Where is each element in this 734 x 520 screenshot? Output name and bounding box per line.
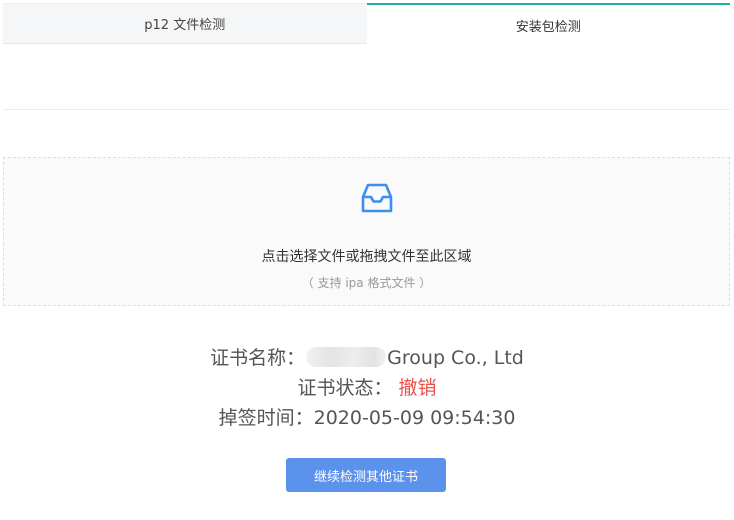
revoke-time-label: 掉签时间： — [218, 407, 314, 429]
revoke-time-row: 掉签时间：2020-05-09 09:54:30 — [0, 403, 734, 430]
certificate-name-label: 证书名称： — [210, 347, 306, 369]
app-frame: p12 文件检测 安装包检测 点击选择文件或拖拽文件至此区域 （ 支持 ipa … — [0, 0, 734, 520]
certificate-name-value: Group Co., Ltd — [387, 347, 524, 369]
upload-dropzone[interactable]: 点击选择文件或拖拽文件至此区域 （ 支持 ipa 格式文件 ） — [3, 157, 730, 306]
tab-bar: p12 文件检测 安装包检测 — [3, 3, 730, 44]
upload-format-hint: （ 支持 ipa 格式文件 ） — [301, 276, 432, 290]
certificate-status-row: 证书状态： 撤销 — [0, 373, 734, 400]
inbox-icon — [361, 183, 393, 213]
redacted-name — [306, 347, 387, 367]
certificate-status-label: 证书状态： — [297, 377, 393, 399]
certificate-name-row: 证书名称： Group Co., Ltd — [0, 343, 734, 370]
revoke-time-value: 2020-05-09 09:54:30 — [313, 407, 516, 429]
upload-instruction: 点击选择文件或拖拽文件至此区域 — [261, 249, 472, 265]
divider — [3, 109, 730, 110]
tab-p12-check[interactable]: p12 文件检测 — [3, 3, 367, 44]
certificate-status-value: 撤销 — [398, 377, 437, 399]
tab-package-check[interactable]: 安装包检测 — [366, 3, 730, 44]
continue-check-button[interactable]: 继续检测其他证书 — [286, 458, 446, 492]
